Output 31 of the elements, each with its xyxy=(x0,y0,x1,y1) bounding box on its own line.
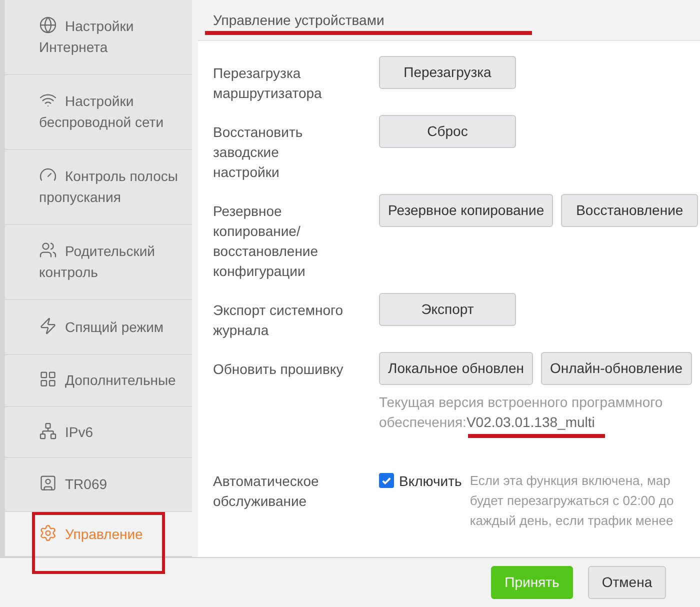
section-title: Управление устройствами xyxy=(213,11,386,30)
setting-label: Автоматическое обслуживание xyxy=(213,472,320,511)
checkbox[interactable] xyxy=(379,473,394,488)
settings-icon xyxy=(39,524,57,542)
firmware-version-text: Текущая версия встроенного программного обеспечения:V02.03.01.138_multi xyxy=(379,393,664,432)
setting-label: Экспорт системного журнала xyxy=(213,301,344,340)
action-button[interactable]: Локальное обновлен xyxy=(379,352,533,385)
action-button[interactable]: Онлайн-обновление xyxy=(540,352,692,385)
setting-label: Перезагрузка маршрутизатора xyxy=(213,64,323,103)
action-button[interactable]: Резервное копирование xyxy=(379,194,554,227)
description-text: Если эта функция включена, мар будет перезагружаться с 02:00 до каждый день, если трафик менее xyxy=(470,472,674,530)
people-icon xyxy=(39,241,57,259)
globe-icon xyxy=(39,16,57,34)
action-button[interactable]: Экспорт xyxy=(379,293,516,326)
sidebar-item[interactable]: IPv6 xyxy=(39,422,94,442)
gauge-icon xyxy=(39,166,57,184)
sidebar-item[interactable]: Управление xyxy=(39,524,143,544)
sidebar-item[interactable]: TR069 xyxy=(39,474,108,495)
action-button[interactable]: Восстановление xyxy=(561,194,698,227)
network-icon xyxy=(39,422,57,440)
setting-label: Обновить прошивку xyxy=(213,360,344,379)
checkbox-label: Включить xyxy=(399,472,462,491)
lightning-icon xyxy=(39,316,57,334)
grid-icon xyxy=(39,370,57,388)
setting-label: Восстановить заводские настройки xyxy=(213,123,304,182)
action-button[interactable]: Сброс xyxy=(379,115,516,148)
action-button[interactable]: Перезагрузка xyxy=(379,56,516,89)
setting-label: Резервное копирование/ восстановление конфигурации xyxy=(213,202,320,281)
user-card-icon xyxy=(39,474,57,492)
cancel-button[interactable]: Отмена xyxy=(588,566,666,599)
check-icon xyxy=(381,475,392,486)
